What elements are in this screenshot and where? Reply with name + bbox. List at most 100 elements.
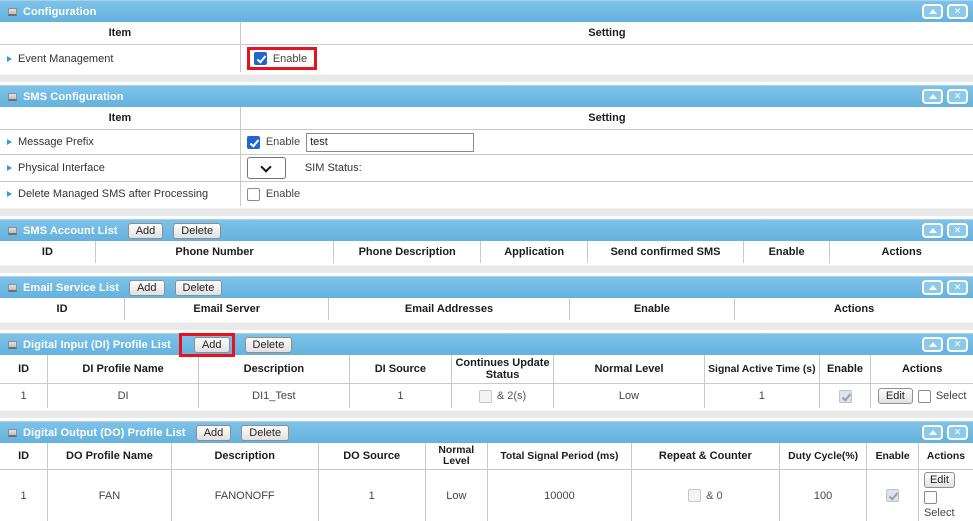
di-continues-update-cell: & 2(s) [451, 384, 553, 409]
add-button[interactable]: Add [196, 425, 232, 441]
email-service-list-header-bar: Email Service List Add Delete ✕ [0, 276, 973, 298]
do-select-checkbox[interactable] [924, 491, 937, 504]
table-row: Event Management Enable [0, 45, 973, 73]
configuration-table: Item Setting Event Management Enable [0, 22, 973, 72]
collapse-button[interactable] [922, 425, 943, 440]
collapse-button[interactable] [922, 337, 943, 352]
item-label-cell: Delete Managed SMS after Processing [0, 182, 240, 207]
column-header-setting: Setting [240, 107, 973, 130]
window-buttons: ✕ [922, 337, 968, 352]
delete-managed-sms-enable-checkbox[interactable] [247, 188, 260, 201]
repeat-counter-checkbox [688, 489, 701, 502]
item-label-cell: Message Prefix [0, 130, 240, 155]
sms-account-list-header-bar: SMS Account List Add Delete ✕ [0, 219, 973, 241]
continues-update-value: & 2(s) [497, 390, 526, 402]
column-header: ID [0, 241, 95, 263]
column-header: Enable [819, 355, 871, 384]
close-button[interactable]: ✕ [947, 425, 968, 440]
enable-label: Enable [266, 188, 300, 200]
do-repeat-counter-cell: & 0 [631, 470, 779, 521]
add-button[interactable]: Add [128, 223, 164, 239]
configuration-section: Configuration ✕ Item Setting Event Manag… [0, 0, 973, 82]
column-header: Enable [743, 241, 830, 263]
configuration-header-bar: Configuration ✕ [0, 0, 973, 22]
collapse-button[interactable] [922, 280, 943, 295]
section-divider [0, 208, 973, 216]
di-description-cell: DI1_Test [198, 384, 349, 409]
di-actions-cell: Edit Select [871, 384, 973, 409]
section-square-icon [8, 8, 17, 16]
collapse-button[interactable] [922, 89, 943, 104]
do-name-cell: FAN [48, 470, 172, 521]
enable-label: Enable [266, 136, 300, 148]
close-button[interactable]: ✕ [947, 337, 968, 352]
di-select-checkbox[interactable] [918, 390, 931, 403]
column-header: Normal Level [425, 443, 487, 470]
close-button[interactable]: ✕ [947, 4, 968, 19]
di-id-cell: 1 [0, 384, 48, 409]
collapse-button[interactable] [922, 4, 943, 19]
section-square-icon [8, 227, 17, 235]
add-button[interactable]: Add [194, 337, 230, 353]
close-icon: ✕ [954, 226, 962, 235]
column-header: Duty Cycle(%) [779, 443, 867, 470]
table-row: Message Prefix Enable [0, 130, 973, 155]
column-header: ID [0, 355, 48, 384]
do-description-cell: FANONOFF [171, 470, 318, 521]
section-divider [0, 322, 973, 330]
close-button[interactable]: ✕ [947, 89, 968, 104]
section-divider [0, 265, 973, 273]
close-button[interactable]: ✕ [947, 223, 968, 238]
di-signal-active-time-cell: 1 [704, 384, 819, 409]
message-prefix-input[interactable] [306, 133, 474, 152]
do-enable-checkbox [886, 489, 899, 502]
section-square-icon [8, 429, 17, 437]
edit-button[interactable]: Edit [924, 472, 955, 488]
delete-button[interactable]: Delete [175, 280, 223, 296]
delete-button[interactable]: Delete [241, 425, 289, 441]
do-source-cell: 1 [318, 470, 425, 521]
arrow-up-icon [929, 228, 937, 233]
chevron-down-icon [261, 161, 272, 172]
column-header: DI Source [349, 355, 451, 384]
sms-configuration-section: SMS Configuration ✕ Item Setting Message… [0, 85, 973, 216]
sms-configuration-table: Item Setting Message Prefix Enable Physi… [0, 107, 973, 206]
close-button[interactable]: ✕ [947, 280, 968, 295]
table-row: 1 FAN FANONOFF 1 Low 10000 & 0 100 Edit … [0, 470, 973, 521]
sms-account-list-section: SMS Account List Add Delete ✕ ID Phone N… [0, 219, 973, 273]
do-profile-list-section: Digital Output (DO) Profile List Add Del… [0, 421, 973, 521]
do-actions-cell: Edit Select [918, 470, 973, 521]
edit-button[interactable]: Edit [878, 388, 913, 404]
event-management-label: Event Management [18, 53, 113, 65]
bullet-arrow-icon [7, 191, 12, 197]
column-header: Total Signal Period (ms) [487, 443, 631, 470]
column-header: Enable [569, 298, 734, 320]
collapse-button[interactable] [922, 223, 943, 238]
setting-cell: SIM Status: [240, 155, 973, 182]
section-square-icon [8, 341, 17, 349]
delete-button[interactable]: Delete [173, 223, 221, 239]
sms-account-list-table: ID Phone Number Phone Description Applic… [0, 241, 973, 263]
bullet-arrow-icon [7, 165, 12, 171]
sim-status-label: SIM Status: [305, 162, 362, 174]
message-prefix-enable-checkbox[interactable] [247, 136, 260, 149]
column-header: Email Addresses [329, 298, 569, 320]
di-profile-list-section: Digital Input (DI) Profile List Add Dele… [0, 333, 973, 418]
setting-cell: Enable [240, 182, 973, 207]
physical-interface-label: Physical Interface [18, 162, 105, 174]
select-label: Select [924, 507, 955, 519]
section-divider [0, 74, 973, 82]
section-title: Digital Input (DI) Profile List [23, 339, 171, 351]
arrow-up-icon [929, 285, 937, 290]
physical-interface-select[interactable] [247, 157, 286, 179]
column-header: Description [171, 443, 318, 470]
add-button[interactable]: Add [129, 280, 165, 296]
window-buttons: ✕ [922, 280, 968, 295]
di-profile-list-table: ID DI Profile Name Description DI Source… [0, 355, 973, 408]
section-title: Configuration [23, 6, 96, 18]
table-row: 1 DI DI1_Test 1 & 2(s) Low 1 Edit Select [0, 384, 973, 409]
event-management-enable-checkbox[interactable] [254, 52, 267, 65]
section-title: SMS Account List [23, 225, 118, 237]
delete-managed-sms-label: Delete Managed SMS after Processing [18, 188, 208, 200]
delete-button[interactable]: Delete [245, 337, 293, 353]
